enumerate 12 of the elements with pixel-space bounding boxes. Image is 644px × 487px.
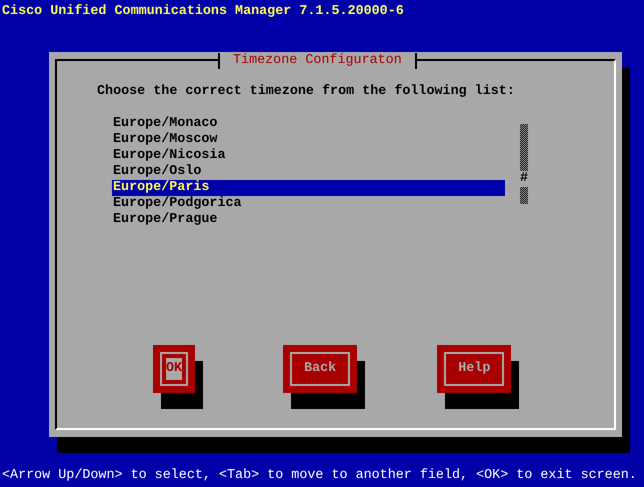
list-item[interactable]: Europe/Prague <box>112 212 505 228</box>
status-text: <Arrow Up/Down> to select, <Tab> to move to another field, <OK> to exit screen. <box>2 468 637 484</box>
scrollbar[interactable]: # <box>520 124 528 228</box>
list-item[interactable]: Europe/Moscow <box>112 132 505 148</box>
list-item[interactable]: Europe/Monaco <box>112 116 505 132</box>
app-title: Cisco Unified Communications Manager 7.1.5.20000-6 <box>1 3 405 20</box>
list-item[interactable]: Europe/Oslo <box>112 164 505 180</box>
list-item[interactable]: Europe/Paris <box>112 180 505 196</box>
dialog-title: Timezone Configuraton <box>218 53 417 69</box>
prompt-text: Choose the correct timezone from the following list: <box>97 84 515 100</box>
list-item[interactable]: Europe/Podgorica <box>112 196 505 212</box>
list-item[interactable]: Europe/Nicosia <box>112 148 505 164</box>
